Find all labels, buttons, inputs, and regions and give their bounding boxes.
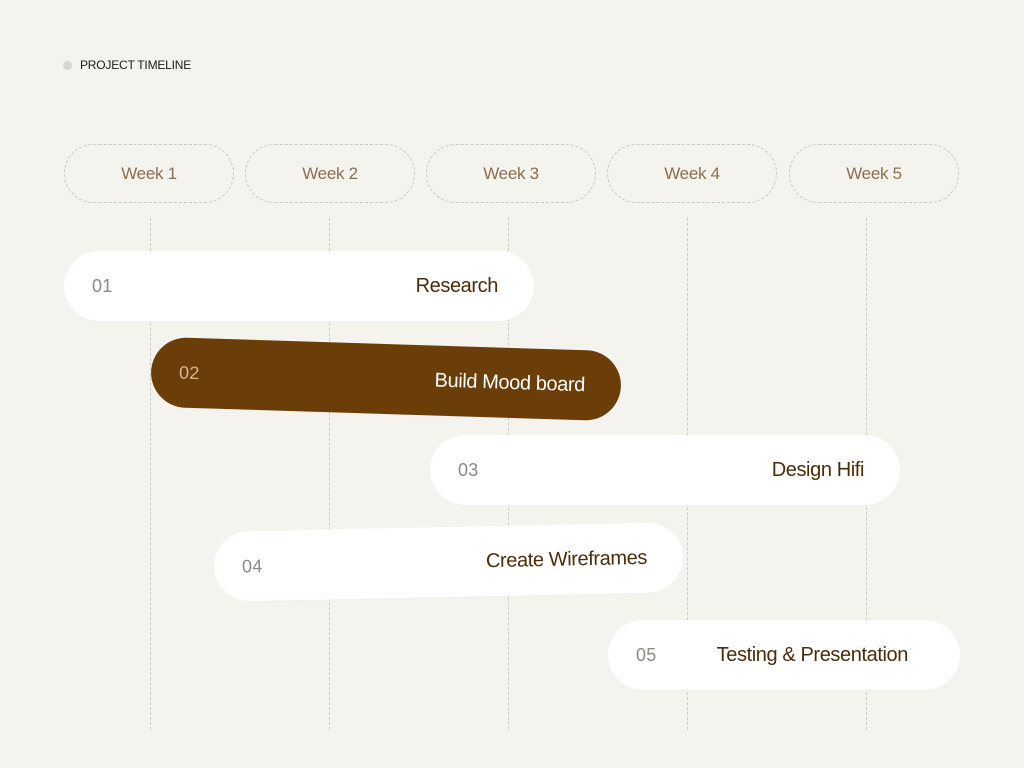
header-dot-icon <box>63 60 72 70</box>
task-label: Design Hifi <box>771 458 865 481</box>
task-number: 01 <box>92 275 113 296</box>
task-number: 04 <box>241 555 263 576</box>
task-label: Testing & Presentation <box>716 643 909 666</box>
week-3-pill: Week 3 <box>426 144 596 203</box>
week-4-pill: Week 4 <box>607 144 777 203</box>
task-label: Build Mood board <box>434 369 586 396</box>
task-create-wireframes[interactable]: 04 Create Wireframes <box>213 522 684 602</box>
page-title: PROJECT TIMELINE <box>80 58 192 72</box>
task-testing-presentation[interactable]: 05 Testing & Presentation <box>608 620 960 690</box>
task-number: 05 <box>636 644 657 665</box>
week-2-pill: Week 2 <box>245 144 415 203</box>
task-build-mood-board[interactable]: 02 Build Mood board <box>150 336 622 422</box>
task-label: Create Wireframes <box>485 546 648 572</box>
task-design-hifi[interactable]: 03 Design Hifi <box>430 435 900 505</box>
week-5-pill: Week 5 <box>789 144 959 203</box>
task-research[interactable]: 01 Research <box>64 251 534 321</box>
task-number: 03 <box>458 459 479 480</box>
week-1-pill: Week 1 <box>64 144 234 203</box>
task-label: Research <box>415 274 499 297</box>
task-number: 02 <box>178 362 200 383</box>
timeline-header: PROJECT TIMELINE <box>63 58 191 72</box>
